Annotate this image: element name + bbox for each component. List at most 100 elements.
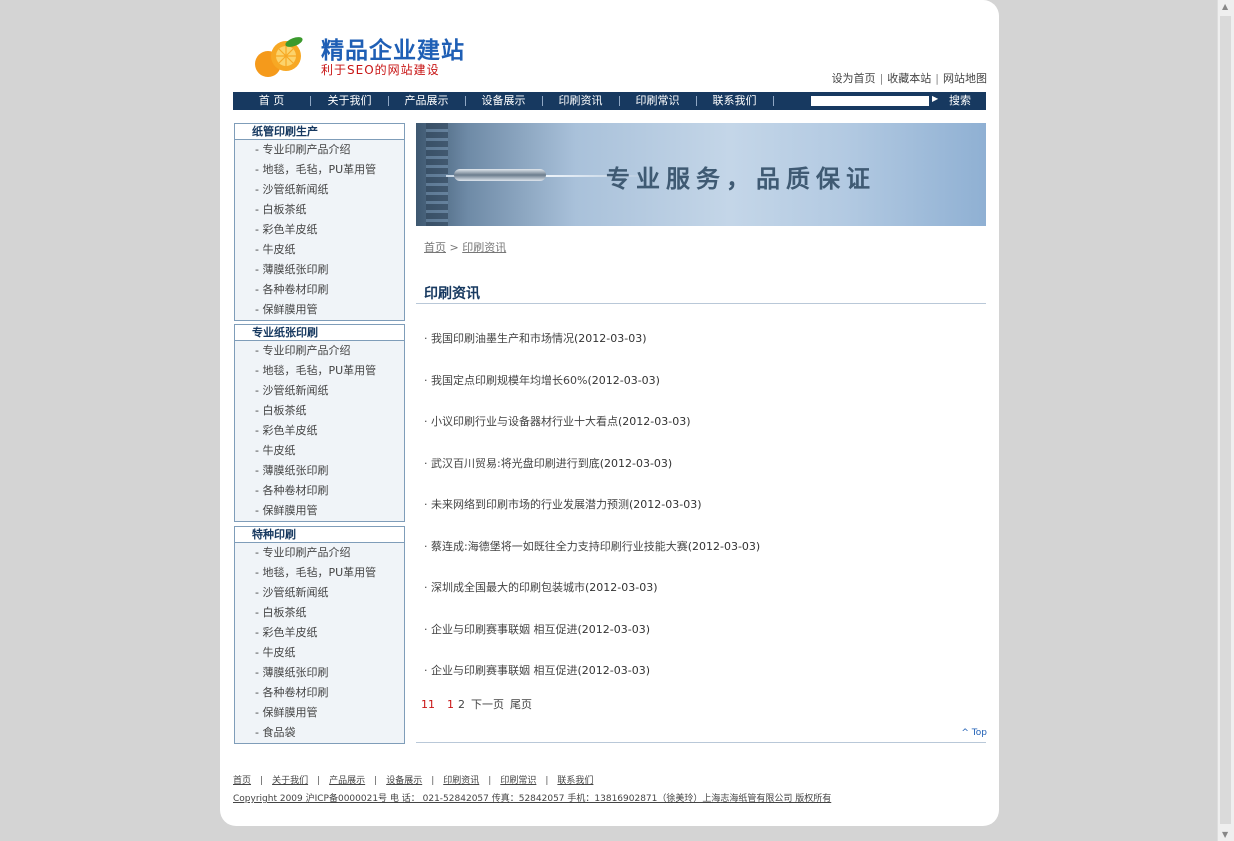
news-title[interactable]: · 企业与印刷赛事联姻 相互促进 xyxy=(424,664,578,677)
pagination-next[interactable]: 下一页 xyxy=(471,698,504,711)
nav-divider xyxy=(773,96,774,106)
category-item[interactable]: - 专业印刷产品介绍 xyxy=(235,543,404,563)
category-item[interactable]: - 专业印刷产品介绍 xyxy=(235,140,404,160)
news-title[interactable]: · 我国印刷油墨生产和市场情况 xyxy=(424,332,574,345)
scroll-up-icon[interactable]: ▲ xyxy=(1222,2,1228,11)
footer-link-contact[interactable]: 联系我们 xyxy=(557,776,593,786)
category-item[interactable]: - 保鲜膜用管 xyxy=(235,501,404,521)
nav-news[interactable]: 印刷资讯 xyxy=(542,92,619,110)
news-title[interactable]: · 蔡连成:海德堡将一如既往全力支持印刷行业技能大赛 xyxy=(424,540,688,553)
category-item[interactable]: - 沙管纸新闻纸 xyxy=(235,583,404,603)
category-item[interactable]: - 地毯，毛毡，PU革用管 xyxy=(235,563,404,583)
nav-about[interactable]: 关于我们 xyxy=(311,92,388,110)
search-input[interactable] xyxy=(811,96,929,106)
nav-contact[interactable]: 联系我们 xyxy=(696,92,773,110)
footer-link-products[interactable]: 产品展示 xyxy=(329,776,365,786)
news-title[interactable]: · 企业与印刷赛事联姻 相互促进 xyxy=(424,623,578,636)
category-item[interactable]: - 薄膜纸张印刷 xyxy=(235,260,404,280)
category-item[interactable]: - 彩色羊皮纸 xyxy=(235,220,404,240)
copyright-text: Copyright 2009 沪ICP备0000021号 电 话： 021-52… xyxy=(233,794,832,804)
nav-equipment[interactable]: 设备展示 xyxy=(465,92,542,110)
footer-link-equipment[interactable]: 设备展示 xyxy=(386,776,422,786)
category-item[interactable]: - 各种卷材印刷 xyxy=(235,683,404,703)
nav-products[interactable]: 产品展示 xyxy=(388,92,465,110)
vertical-scrollbar[interactable]: ▲ ▼ xyxy=(1217,0,1234,841)
category-item[interactable]: - 薄膜纸张印刷 xyxy=(235,461,404,481)
breadcrumb-separator: > xyxy=(446,241,463,254)
category-item[interactable]: - 彩色羊皮纸 xyxy=(235,623,404,643)
category-item[interactable]: - 保鲜膜用管 xyxy=(235,300,404,320)
category-item[interactable]: - 沙管纸新闻纸 xyxy=(235,180,404,200)
search-button[interactable]: 搜索 xyxy=(949,92,971,110)
site-logo[interactable]: 精品企业建站 利于SEO的网站建设 xyxy=(248,28,472,80)
footer-link-knowledge[interactable]: 印刷常识 xyxy=(500,776,536,786)
news-date: (2012-03-03) xyxy=(577,622,651,636)
category-item[interactable]: - 各种卷材印刷 xyxy=(235,481,404,501)
category-title[interactable]: 专业纸张印刷 xyxy=(235,325,404,341)
nav-home[interactable]: 首 页 xyxy=(233,92,310,110)
news-item[interactable]: · 我国印刷油墨生产和市场情况(2012-03-03) xyxy=(424,330,974,372)
category-item[interactable]: - 薄膜纸张印刷 xyxy=(235,663,404,683)
news-date: (2012-03-03) xyxy=(629,498,702,511)
news-title[interactable]: · 深圳成全国最大的印刷包装城市 xyxy=(424,581,585,594)
page-container: 精品企业建站 利于SEO的网站建设 设为首页 | 收藏本站 | 网站地图 首 页 关于我… xyxy=(220,0,999,826)
news-title[interactable]: · 未来网络到印刷市场的行业发展潜力预测 xyxy=(424,498,629,511)
news-date: (2012-03-03) xyxy=(585,581,658,594)
news-list: · 我国印刷油墨生产和市场情况(2012-03-03) · 我国定点印刷规模年均… xyxy=(424,330,974,704)
category-item[interactable]: - 各种卷材印刷 xyxy=(235,280,404,300)
category-item[interactable]: - 保鲜膜用管 xyxy=(235,703,404,723)
breadcrumb-home[interactable]: 首页 xyxy=(424,241,446,254)
category-item[interactable]: - 地毯，毛毡，PU革用管 xyxy=(235,361,404,381)
scrollbar-thumb[interactable] xyxy=(1220,16,1231,824)
news-item[interactable]: · 武汉百川贸易:将光盘印刷进行到底(2012-03-03) xyxy=(424,455,974,497)
main-nav: 首 页 关于我们 产品展示 设备展示 印刷资讯 印刷常识 联系我们 ▶ 搜索 xyxy=(233,92,986,110)
news-item[interactable]: · 我国定点印刷规模年均增长60%(2012-03-03) xyxy=(424,372,974,414)
category-title[interactable]: 特种印刷 xyxy=(235,527,404,543)
news-item[interactable]: · 蔡连成:海德堡将一如既往全力支持印刷行业技能大赛(2012-03-03) xyxy=(424,538,974,580)
pagination-count: 11 xyxy=(421,698,435,711)
news-item[interactable]: · 小议印刷行业与设备器材行业十大看点(2012-03-03) xyxy=(424,413,974,455)
breadcrumb-current[interactable]: 印刷资讯 xyxy=(462,241,506,254)
news-title[interactable]: · 小议印刷行业与设备器材行业十大看点 xyxy=(424,415,618,428)
bookmark-link[interactable]: 收藏本站 xyxy=(887,72,931,85)
content-bottom-divider xyxy=(416,742,986,743)
category-item[interactable]: - 白板茶纸 xyxy=(235,200,404,220)
news-item[interactable]: · 未来网络到印刷市场的行业发展潜力预测(2012-03-03) xyxy=(424,496,974,538)
set-homepage-link[interactable]: 设为首页 xyxy=(832,72,876,85)
category-title[interactable]: 纸管印刷生产 xyxy=(235,124,404,140)
logo-name: 精品企业建站 xyxy=(321,38,465,64)
nav-knowledge[interactable]: 印刷常识 xyxy=(619,92,696,110)
section-title: 印刷资讯 xyxy=(424,286,480,302)
footer-nav: 首页 | 关于我们 | 产品展示 | 设备展示 | 印刷资讯 | 印刷常识 | 联系我们 xyxy=(233,776,594,786)
news-item[interactable]: · 深圳成全国最大的印刷包装城市(2012-03-03) xyxy=(424,579,974,621)
category-item[interactable]: - 沙管纸新闻纸 xyxy=(235,381,404,401)
banner-slogan: 专业服务，品质保证 xyxy=(606,165,876,193)
category-box-3: 特种印刷 - 专业印刷产品介绍 - 地毯，毛毡，PU革用管 - 沙管纸新闻纸 -… xyxy=(234,526,405,744)
category-item[interactable]: - 牛皮纸 xyxy=(235,441,404,461)
breadcrumb: 首页 > 印刷资讯 xyxy=(424,239,506,255)
logo-slogan: 利于SEO的网站建设 xyxy=(321,63,440,77)
footer-link-about[interactable]: 关于我们 xyxy=(272,776,308,786)
news-date: (2012-03-03) xyxy=(587,373,660,387)
footer-link-home[interactable]: 首页 xyxy=(233,776,251,786)
news-item[interactable]: · 企业与印刷赛事联姻 相互促进(2012-03-03) xyxy=(424,621,974,663)
category-item[interactable]: - 牛皮纸 xyxy=(235,643,404,663)
news-title[interactable]: · 我国定点印刷规模年均增长60% xyxy=(424,374,587,387)
footer-link-news[interactable]: 印刷资讯 xyxy=(443,776,479,786)
news-date: (2012-03-03) xyxy=(618,415,691,428)
category-item[interactable]: - 白板茶纸 xyxy=(235,401,404,421)
back-to-top-link[interactable]: ^ Top xyxy=(961,728,987,738)
category-item[interactable]: - 食品袋 xyxy=(235,723,404,743)
category-item[interactable]: - 白板茶纸 xyxy=(235,603,404,623)
category-item[interactable]: - 专业印刷产品介绍 xyxy=(235,341,404,361)
scroll-down-icon[interactable]: ▼ xyxy=(1222,830,1228,839)
news-date: (2012-03-03) xyxy=(577,664,651,677)
pagination-page-2[interactable]: 2 xyxy=(458,698,465,711)
top-links: 设为首页 | 收藏本站 | 网站地图 xyxy=(831,72,987,85)
category-item[interactable]: - 彩色羊皮纸 xyxy=(235,421,404,441)
sitemap-link[interactable]: 网站地图 xyxy=(943,72,987,85)
category-item[interactable]: - 牛皮纸 xyxy=(235,240,404,260)
pagination-last[interactable]: 尾页 xyxy=(510,698,532,711)
news-title[interactable]: · 武汉百川贸易:将光盘印刷进行到底 xyxy=(424,457,600,470)
category-item[interactable]: - 地毯，毛毡，PU革用管 xyxy=(235,160,404,180)
